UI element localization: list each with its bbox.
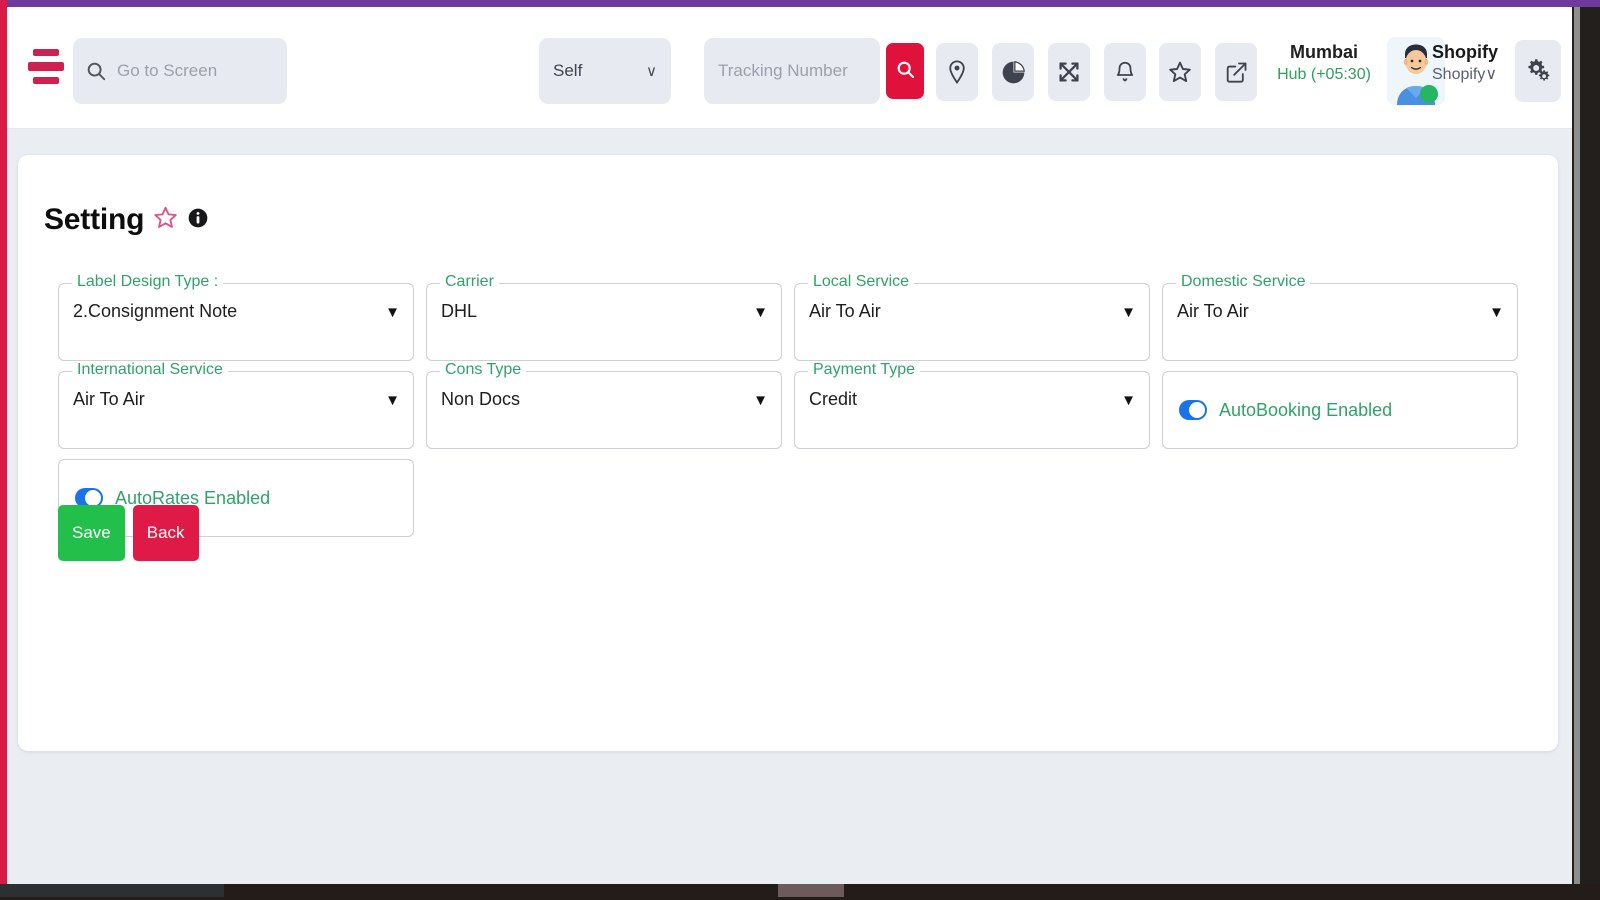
field-value: 2.Consignment Note <box>73 301 238 321</box>
field-value: Non Docs <box>441 389 521 409</box>
scope-select-value: Self <box>553 61 583 80</box>
location-pin-icon <box>946 59 968 85</box>
app-header: Self ∨ <box>7 7 1572 129</box>
back-button[interactable]: Back <box>132 505 199 561</box>
page-title-row: Setting <box>44 203 209 237</box>
field-value: Credit <box>809 389 858 409</box>
info-icon[interactable] <box>187 207 209 234</box>
caret-down-icon: ▼ <box>1121 392 1136 409</box>
toggle-switch[interactable] <box>1179 400 1207 420</box>
bell-icon <box>1114 60 1136 85</box>
location-info: Mumbai Hub (+05:30) <box>1269 40 1379 86</box>
field-label: Local Service <box>808 273 915 291</box>
save-button[interactable]: Save <box>58 505 125 561</box>
settings-button[interactable] <box>1515 40 1561 102</box>
toggle-field-autobooking-enabled[interactable]: AutoBooking Enabled <box>1162 371 1518 449</box>
location-city: Mumbai <box>1289 42 1358 62</box>
settings-form: Label Design Type :2.Consignment Note ▼ Ca… <box>58 273 1520 537</box>
select-field-domestic-service[interactable]: Domestic Service Air To Air ▼ <box>1162 273 1518 361</box>
field-label: Domestic Service <box>1176 273 1311 291</box>
field-value: Air To Air <box>809 301 881 321</box>
caret-down-icon: ▼ <box>1121 304 1136 321</box>
tracking-number-input[interactable] <box>718 61 868 81</box>
toggle-knob <box>85 490 101 506</box>
field-label: Carrier <box>440 273 499 291</box>
settings-card: Setting Label Design Type : 2.Consignment… <box>18 155 1558 751</box>
toggle-knob <box>1189 402 1205 418</box>
location-pin-icon-button[interactable] <box>936 43 978 101</box>
left-accent-bar <box>0 0 7 884</box>
field-value: Air To Air <box>1177 301 1249 321</box>
external-link-icon <box>1225 61 1248 84</box>
select-field-label-design-type[interactable]: Label Design Type : 2.Consignment Note ▼ <box>58 273 414 361</box>
field-label: Label Design Type : <box>72 273 224 291</box>
user-name: Shopify <box>1432 42 1498 62</box>
browser-viewport: Self ∨ <box>0 0 1600 900</box>
user-menu[interactable]: Shopify Shopify∨ <box>1432 40 1518 86</box>
star-icon-button[interactable] <box>1159 43 1201 101</box>
pie-chart-icon-button[interactable] <box>992 43 1034 101</box>
field-value: DHL <box>441 301 478 321</box>
star-icon <box>1168 60 1192 84</box>
toggle-label: AutoBooking Enabled <box>1219 399 1393 420</box>
scope-select[interactable]: Self ∨ <box>539 38 671 104</box>
user-subtitle: Shopify∨ <box>1432 66 1498 84</box>
right-scrollbar[interactable] <box>1574 7 1580 884</box>
caret-down-icon: ▼ <box>1489 304 1504 321</box>
field-label: Cons Type <box>440 361 527 379</box>
hamburger-menu-icon[interactable] <box>23 49 69 93</box>
gears-icon <box>1525 56 1551 87</box>
caret-down-icon: ▼ <box>753 304 768 321</box>
bottom-strip-segment-mid <box>778 884 844 897</box>
search-icon <box>85 60 107 82</box>
bell-icon-button[interactable] <box>1104 43 1146 101</box>
location-detail: Hub (+05:30) <box>1277 66 1371 84</box>
select-field-local-service[interactable]: Local Service Air To Air ▼ <box>794 273 1150 361</box>
star-outline-icon[interactable] <box>153 205 178 235</box>
top-accent-bar <box>0 0 1600 7</box>
caret-down-icon: ▼ <box>385 304 400 321</box>
field-label: International Service <box>72 361 228 379</box>
form-actions: Save Back <box>58 505 199 561</box>
bottom-strip-segment-left <box>0 884 224 897</box>
select-field-international-service[interactable]: International Service Air To Air ▼ <box>58 361 414 449</box>
search-icon <box>895 59 916 83</box>
field-label: Payment Type <box>808 361 920 379</box>
caret-down-icon: ▼ <box>385 392 400 409</box>
select-field-carrier[interactable]: Carrier DHL ▼ <box>426 273 782 361</box>
search-button[interactable] <box>886 43 924 99</box>
shuffle-icon <box>1057 60 1081 84</box>
caret-down-icon: ▼ <box>753 392 768 409</box>
select-field-cons-type[interactable]: Cons Type Non Docs ▼ <box>426 361 782 449</box>
goto-screen-input[interactable] <box>117 61 277 81</box>
application-shell: Self ∨ <box>7 7 1572 884</box>
tracking-number-field[interactable] <box>704 38 880 104</box>
page-title: Setting <box>44 203 145 236</box>
field-value: Air To Air <box>73 389 145 409</box>
shuffle-icon-button[interactable] <box>1048 43 1090 101</box>
pie-chart-icon <box>1001 60 1026 85</box>
chevron-down-icon: ∨ <box>646 63 657 80</box>
goto-screen-search[interactable] <box>73 38 287 104</box>
external-link-icon-button[interactable] <box>1215 43 1257 101</box>
select-field-payment-type[interactable]: Payment Type Credit ▼ <box>794 361 1150 449</box>
